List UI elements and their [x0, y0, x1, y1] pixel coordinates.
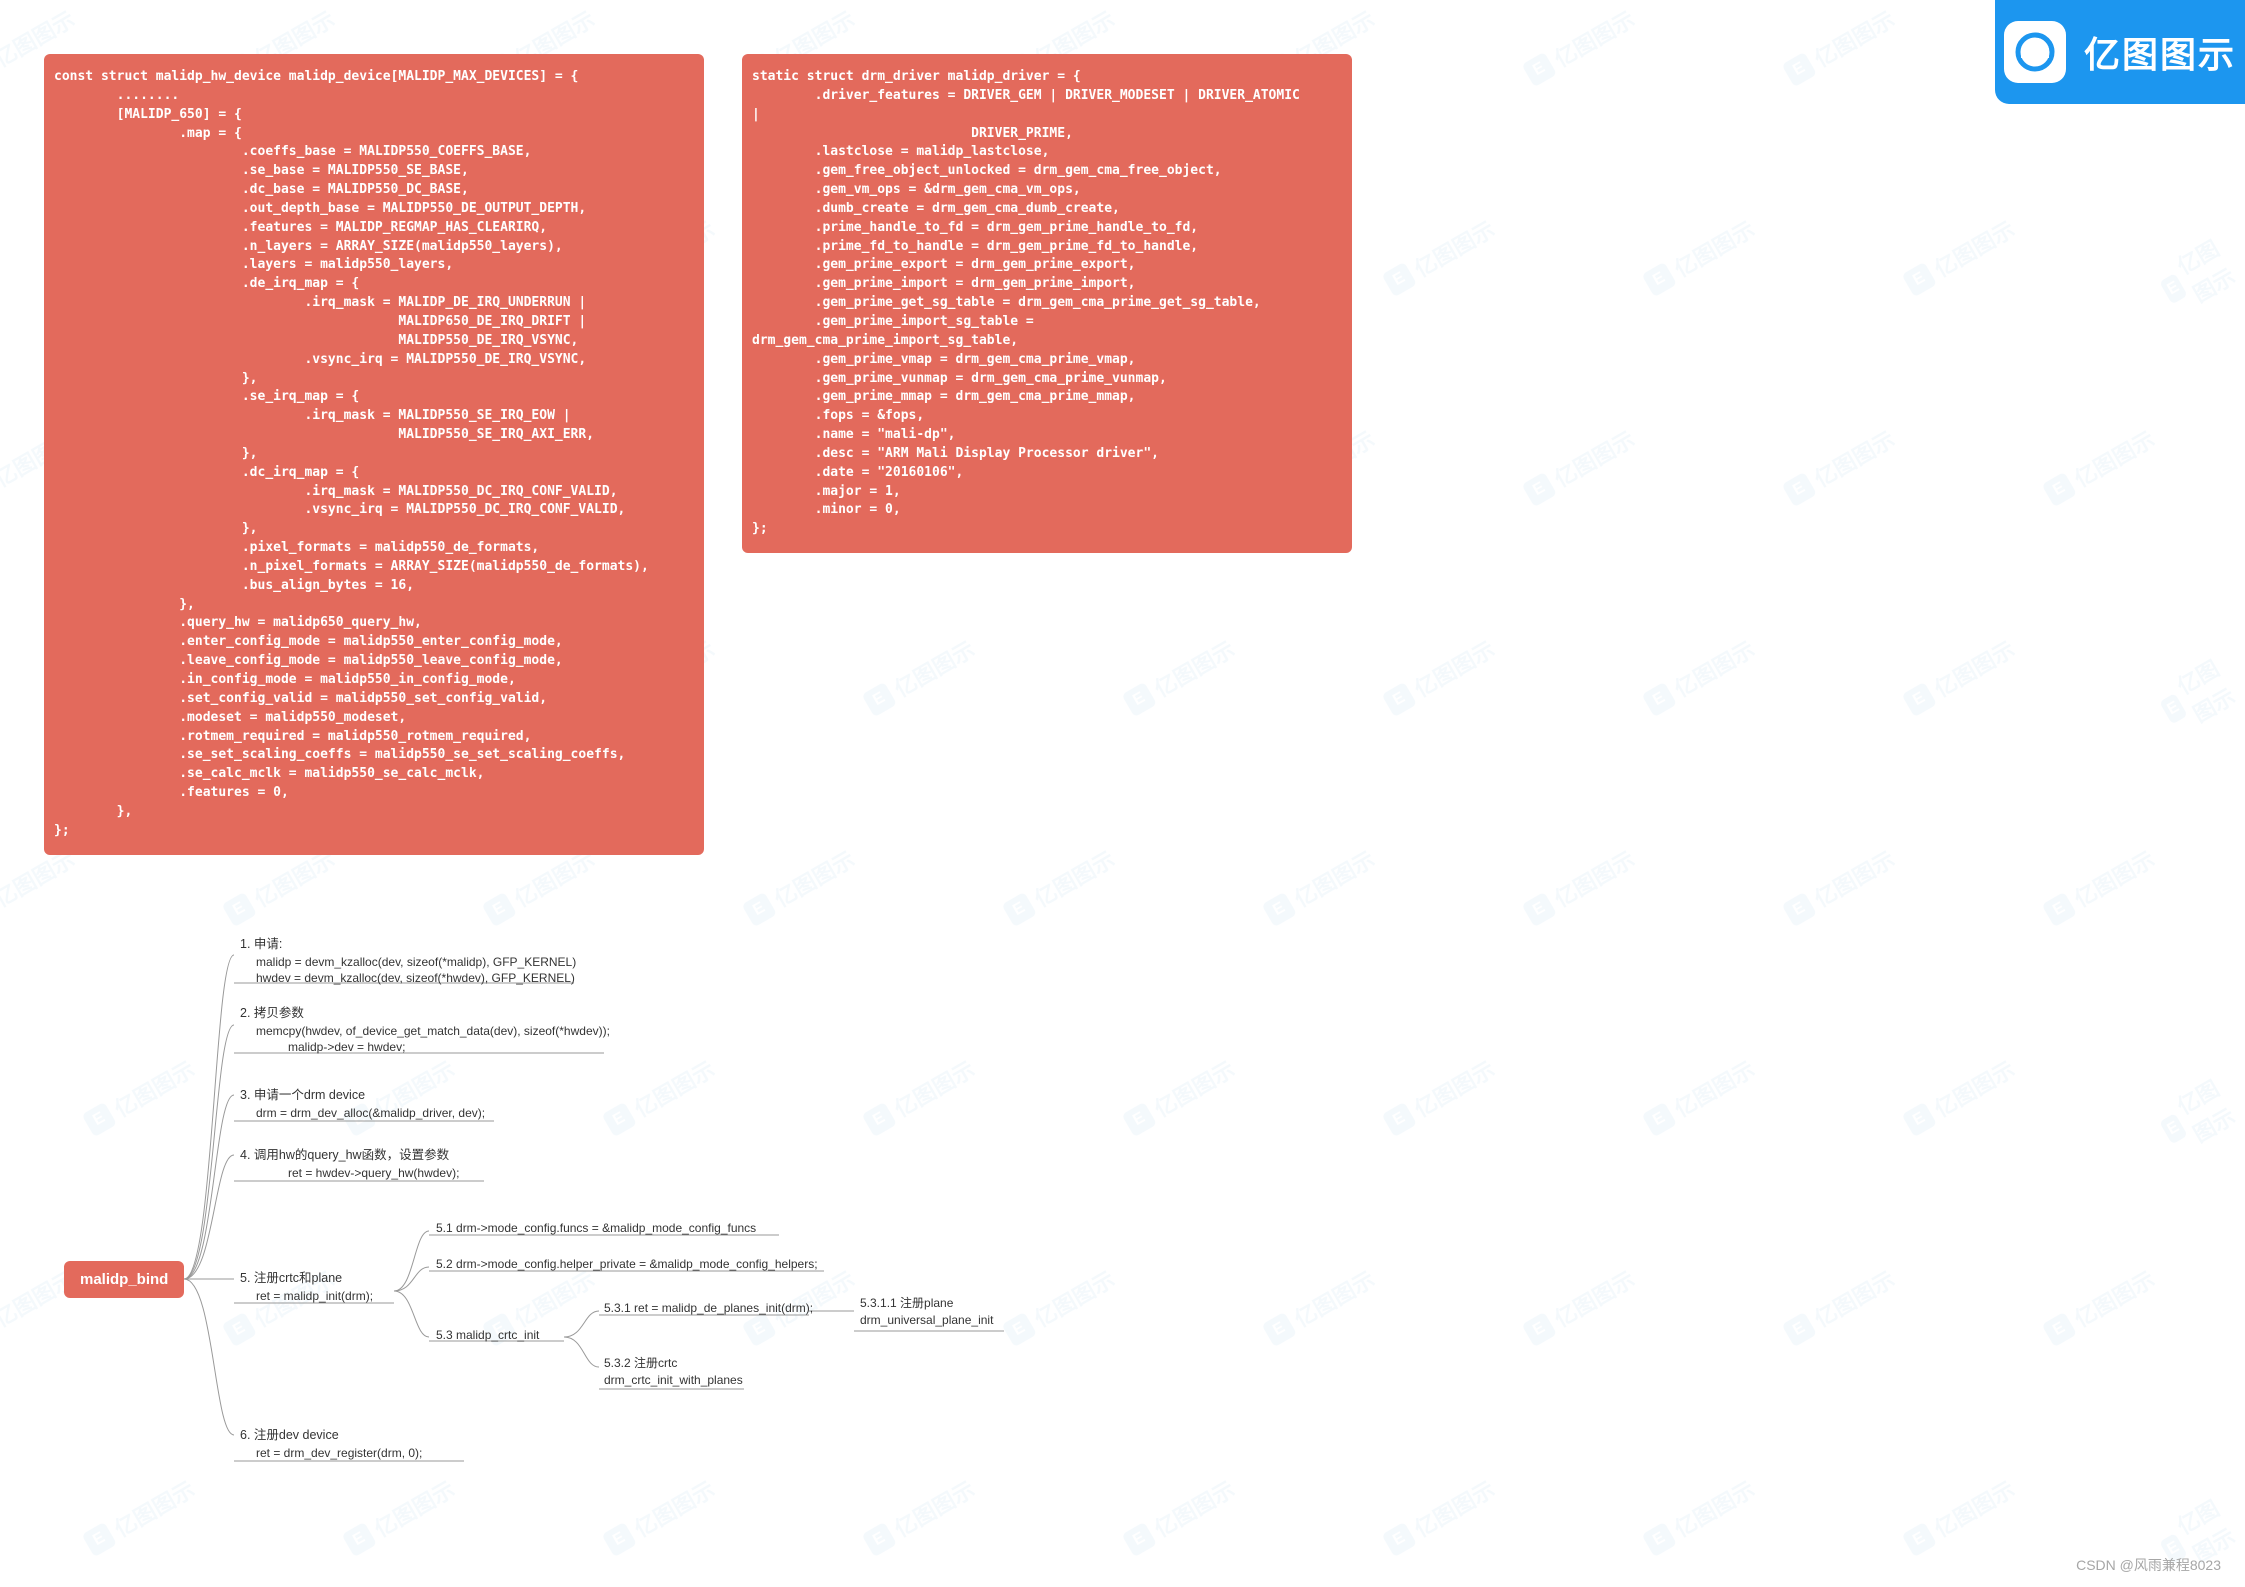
mindmap-node-5-3-2-line: drm_crtc_init_with_planes: [604, 1373, 743, 1387]
mindmap-node-2-line2: malidp->dev = hwdev;: [240, 1039, 610, 1056]
mindmap-node-4[interactable]: 4. 调用hw的query_hw函数，设置参数 ret = hwdev->que…: [240, 1147, 459, 1181]
mindmap-node-1-title: 1. 申请:: [240, 937, 282, 951]
mindmap-node-5-3-1-text: 5.3.1 ret = malidp_de_planes_init(drm);: [604, 1301, 813, 1315]
mindmap-node-5-3-2[interactable]: 5.3.2 注册crtc drm_crtc_init_with_planes: [604, 1355, 743, 1389]
mindmap-node-2[interactable]: 2. 拷贝参数 memcpy(hwdev, of_device_get_matc…: [240, 1005, 610, 1056]
mindmap-node-6-line1: ret = drm_dev_register(drm, 0);: [240, 1445, 422, 1462]
brand-badge: 亿图图示: [1995, 0, 2245, 104]
brand-name: 亿图图示: [2084, 26, 2236, 78]
mindmap-node-1-line2: hwdev = devm_kzalloc(dev, sizeof(*hwdev)…: [240, 970, 576, 987]
brand-logo-icon: [2004, 21, 2066, 83]
mindmap-node-3-title: 3. 申请一个drm device: [240, 1088, 365, 1102]
mindmap-node-5-3-text: 5.3 malidp_crtc_init: [436, 1328, 539, 1342]
mindmap-node-4-title: 4. 调用hw的query_hw函数，设置参数: [240, 1148, 449, 1162]
mindmap-node-5-title: 5. 注册crtc和plane: [240, 1271, 342, 1285]
mindmap-node-3[interactable]: 3. 申请一个drm device drm = drm_dev_alloc(&m…: [240, 1087, 485, 1121]
mindmap-node-1[interactable]: 1. 申请: malidp = devm_kzalloc(dev, sizeof…: [240, 936, 576, 987]
mindmap-node-5-3[interactable]: 5.3 malidp_crtc_init: [436, 1327, 539, 1344]
mindmap-node-1-line1: malidp = devm_kzalloc(dev, sizeof(*malid…: [240, 954, 576, 971]
mindmap-node-5-3-1-1[interactable]: 5.3.1.1 注册plane drm_universal_plane_init: [860, 1295, 993, 1329]
mindmap-node-5-line1: ret = malidp_init(drm);: [240, 1288, 373, 1305]
mindmap-node-5-3-2-title: 5.3.2 注册crtc: [604, 1356, 677, 1370]
code-block-malidp-device: const struct malidp_hw_device malidp_dev…: [44, 54, 704, 855]
mindmap-node-5-1-text: 5.1 drm->mode_config.funcs = &malidp_mod…: [436, 1221, 756, 1235]
mindmap-node-5-2-text: 5.2 drm->mode_config.helper_private = &m…: [436, 1257, 818, 1271]
mindmap-node-5-3-1[interactable]: 5.3.1 ret = malidp_de_planes_init(drm);: [604, 1300, 813, 1317]
mindmap-node-2-line1: memcpy(hwdev, of_device_get_match_data(d…: [240, 1023, 610, 1040]
mindmap-node-5-2[interactable]: 5.2 drm->mode_config.helper_private = &m…: [436, 1256, 818, 1273]
mindmap-node-6[interactable]: 6. 注册dev device ret = drm_dev_register(d…: [240, 1427, 422, 1461]
mindmap-node-2-title: 2. 拷贝参数: [240, 1006, 304, 1020]
mindmap-node-5-1[interactable]: 5.1 drm->mode_config.funcs = &malidp_mod…: [436, 1220, 756, 1237]
mindmap-root-node[interactable]: malidp_bind: [64, 1261, 184, 1298]
mindmap-node-5-3-1-1-title: 5.3.1.1 注册plane: [860, 1296, 953, 1310]
attribution-text: CSDN @风雨兼程8023: [2076, 1555, 2221, 1575]
mindmap-node-5[interactable]: 5. 注册crtc和plane ret = malidp_init(drm);: [240, 1270, 373, 1304]
mindmap-node-6-title: 6. 注册dev device: [240, 1428, 339, 1442]
mindmap-node-5-3-1-1-line: drm_universal_plane_init: [860, 1313, 993, 1327]
mindmap-node-3-line1: drm = drm_dev_alloc(&malidp_driver, dev)…: [240, 1105, 485, 1122]
code-block-malidp-driver: static struct drm_driver malidp_driver =…: [742, 54, 1352, 553]
mindmap-node-4-line1: ret = hwdev->query_hw(hwdev);: [240, 1165, 459, 1182]
